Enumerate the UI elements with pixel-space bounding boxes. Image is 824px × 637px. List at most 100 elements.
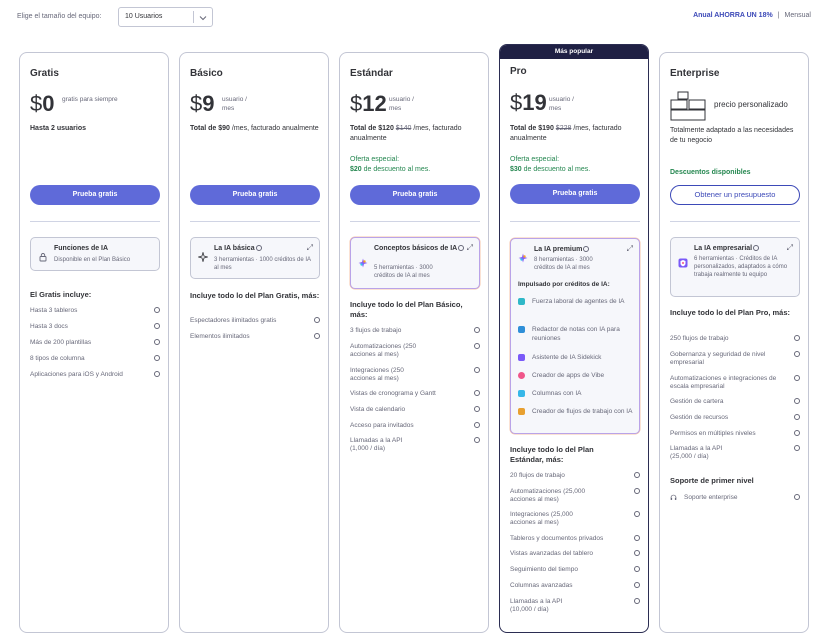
plan-card-pro: Más popular Pro $19 usuario / mes Total …: [499, 44, 649, 633]
free-trial-button[interactable]: Prueba gratis: [190, 185, 320, 205]
feature-item: 250 flujos de trabajo: [670, 335, 800, 343]
billing-separator: |: [777, 12, 780, 19]
team-size-value: 10 Usuarios: [125, 13, 163, 20]
info-icon[interactable]: [794, 375, 800, 381]
plan-price: $12: [350, 91, 387, 116]
info-icon[interactable]: [794, 414, 800, 420]
ai-box-desc: 3 herramientas · 1000 créditos de IA al …: [214, 257, 311, 271]
divider: [190, 221, 320, 222]
plan-card-estandar: Estándar $12 usuario / mes Total de $120…: [339, 52, 489, 633]
info-icon[interactable]: [154, 307, 160, 313]
plan-card-enterprise: Enterprise precio personalizado Totalmen…: [659, 52, 809, 633]
billing-monthly-option[interactable]: Mensual: [785, 12, 811, 19]
building-blocks-icon: [670, 91, 706, 121]
ai-box-title: La IA básica: [214, 244, 262, 253]
ai-box-desc: Disponible en el Plan Básico: [54, 257, 131, 263]
feature-item: Hasta 3 docs: [30, 323, 160, 331]
get-quote-button[interactable]: Obtener un presupuesto: [670, 185, 800, 205]
headset-icon: [670, 494, 677, 500]
expand-icon[interactable]: ⤢: [627, 244, 633, 254]
ai-features-box: Funciones de IA Disponible en el Plan Bá…: [30, 237, 160, 271]
info-icon[interactable]: [634, 550, 640, 556]
info-icon[interactable]: [794, 398, 800, 404]
feature-item: Vistas de cronograma y Gantt: [350, 390, 480, 398]
ai-box-title: Conceptos básicos de IA: [374, 244, 466, 253]
feature-item: Tableros y documentos privados: [510, 535, 640, 543]
info-icon[interactable]: [634, 488, 640, 494]
ai-tool-item: Asistente de IA Sidekick: [518, 353, 638, 362]
info-icon[interactable]: [794, 351, 800, 357]
feature-item: Automatizaciones (250 acciones al mes): [350, 343, 480, 359]
info-icon[interactable]: [474, 422, 480, 428]
top-bar: Elige el tamaño del equipo: 10 Usuarios …: [0, 0, 824, 36]
ai-features-box[interactable]: Conceptos básicos de IA 5 herramientas ·…: [350, 237, 480, 289]
team-size-select[interactable]: 10 Usuarios: [118, 7, 213, 27]
billing-annual-option[interactable]: Anual AHORRA UN 18%: [693, 12, 773, 19]
info-icon[interactable]: [474, 343, 480, 349]
info-icon[interactable]: [154, 339, 160, 345]
billing-toggle: Anual AHORRA UN 18% | Mensual: [693, 12, 811, 19]
ai-features-box[interactable]: La IA premium 8 herramientas · 3000 créd…: [510, 238, 640, 434]
info-icon[interactable]: [634, 511, 640, 517]
shield-ai-icon: [678, 258, 688, 268]
info-icon[interactable]: [794, 430, 800, 436]
support-item: Soporte enterprise: [670, 494, 800, 502]
info-icon[interactable]: [314, 333, 320, 339]
divider: [510, 221, 640, 222]
expand-icon[interactable]: ⤢: [467, 243, 473, 253]
info-icon[interactable]: [474, 327, 480, 333]
info-icon[interactable]: [634, 566, 640, 572]
ai-box-desc: 8 herramientas · 3000 créditos de IA al …: [534, 257, 593, 271]
info-icon[interactable]: [474, 406, 480, 412]
ai-credits-subtitle: Impulsado por créditos de IA:: [518, 281, 610, 288]
info-icon[interactable]: [794, 494, 800, 500]
price-note: usuario / mes: [389, 96, 414, 112]
info-icon[interactable]: [255, 245, 262, 252]
info-icon[interactable]: [154, 323, 160, 329]
info-icon[interactable]: [154, 355, 160, 361]
info-icon[interactable]: [794, 445, 800, 451]
info-icon[interactable]: [634, 598, 640, 604]
ai-tool-item: Fuerza laboral de agentes de IA: [518, 297, 638, 306]
ai-features-box[interactable]: La IA empresarial 6 herramientas · Crédi…: [670, 237, 800, 297]
info-icon[interactable]: [154, 371, 160, 377]
ai-box-desc: 6 herramientas · Créditos de IA personal…: [694, 256, 788, 278]
notetaker-icon: [518, 326, 525, 333]
sparkle-outline-icon: [198, 252, 208, 262]
info-icon[interactable]: [583, 246, 590, 253]
divider: [30, 221, 160, 222]
feature-item: Automatizaciones (25,000 acciones al mes…: [510, 488, 640, 504]
info-icon[interactable]: [474, 390, 480, 396]
info-icon[interactable]: [634, 472, 640, 478]
info-icon[interactable]: [458, 245, 465, 252]
support-title: Soporte de primer nivel: [670, 476, 754, 485]
feature-item: 3 flujos de trabajo: [350, 327, 480, 335]
info-icon[interactable]: [634, 535, 640, 541]
info-icon[interactable]: [474, 367, 480, 373]
info-icon[interactable]: [794, 335, 800, 341]
feature-item: Vistas avanzadas del tablero: [510, 550, 640, 558]
info-icon[interactable]: [474, 437, 480, 443]
ai-box-title: La IA empresarial: [694, 244, 760, 253]
expand-icon[interactable]: ⤢: [307, 243, 313, 253]
includes-title: Incluye todo lo del Plan Gratis, más:: [190, 291, 320, 300]
plan-price: $9: [190, 91, 215, 116]
plan-name: Enterprise: [670, 68, 720, 79]
free-trial-button[interactable]: Prueba gratis: [510, 184, 640, 204]
price-note: gratis para siempre: [62, 96, 118, 103]
info-icon[interactable]: [753, 245, 760, 252]
free-trial-button[interactable]: Prueba gratis: [30, 185, 160, 205]
feature-item: Gestión de cartera: [670, 398, 800, 406]
feature-item: Integraciones (25,000 acciones al mes): [510, 511, 640, 527]
feature-item: Permisos en múltiples niveles: [670, 430, 800, 438]
ai-box-desc: 5 herramientas · 3000 créditos de IA al …: [374, 265, 433, 279]
info-icon[interactable]: [634, 582, 640, 588]
feature-item: Gobernanza y seguridad de nivel empresar…: [670, 351, 800, 367]
ai-features-box[interactable]: La IA básica 3 herramientas · 1000 crédi…: [190, 237, 320, 279]
feature-item: Hasta 3 tableros: [30, 307, 160, 315]
plan-name: Gratis: [30, 68, 59, 79]
feature-item: Llamadas a la API (25,000 / día): [670, 445, 800, 461]
info-icon[interactable]: [314, 317, 320, 323]
expand-icon[interactable]: ⤢: [787, 243, 793, 253]
free-trial-button[interactable]: Prueba gratis: [350, 185, 480, 205]
